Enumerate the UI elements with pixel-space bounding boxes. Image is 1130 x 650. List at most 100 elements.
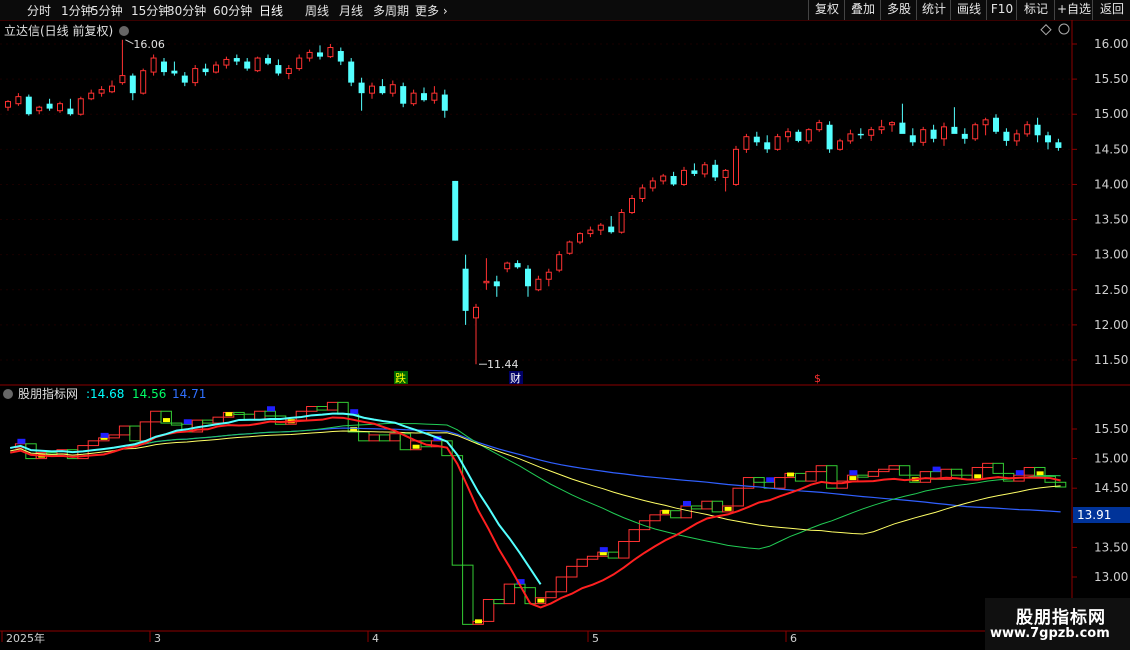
- candle-body: [67, 108, 74, 115]
- candle-body: [909, 135, 916, 143]
- toolbar-item-1[interactable]: 1分钟: [61, 2, 93, 19]
- candle-body: [785, 131, 791, 138]
- candle-body: [889, 122, 895, 126]
- ma-green-line: [10, 422, 1061, 550]
- indicator-blue-block: [183, 419, 192, 425]
- candle-body: [712, 164, 719, 178]
- x-label-1: 3: [154, 632, 161, 645]
- indicator-box: [607, 551, 620, 559]
- candle-body: [587, 229, 594, 235]
- candle-body: [857, 133, 864, 136]
- toolbar-item-9[interactable]: 多周期: [373, 2, 409, 19]
- candle-body: [920, 129, 927, 143]
- candle-body: [764, 142, 771, 150]
- indicator-yellow-block: [225, 412, 233, 417]
- indicator-box: [805, 471, 817, 482]
- toolbar-item-4[interactable]: 30分钟: [167, 2, 206, 19]
- main-y-label-6: 13.00: [1094, 248, 1128, 262]
- indicator-box: [462, 564, 474, 625]
- toolbar-right-item-1[interactable]: 叠加: [844, 0, 881, 20]
- indicator-blue-block: [683, 500, 691, 506]
- candle-body: [525, 268, 531, 287]
- candle-body: [1034, 124, 1041, 136]
- candle-body: [618, 212, 625, 233]
- candle-body: [1045, 135, 1051, 143]
- candle-body: [171, 70, 178, 74]
- toolbar-item-7[interactable]: 周线: [305, 2, 329, 19]
- toolbar-item-3[interactable]: 15分钟: [131, 2, 170, 19]
- candle-body: [847, 133, 854, 142]
- candle-body: [369, 85, 375, 94]
- indicator-box: [628, 529, 640, 542]
- candle-body: [639, 187, 646, 199]
- toolbar-right-item-8[interactable]: 返回: [1092, 0, 1130, 20]
- title-dropdown-icon: [119, 26, 129, 36]
- indicator-dropdown-icon: [3, 389, 13, 399]
- ind-y-label-0: 15.50: [1094, 422, 1128, 436]
- ma-cyan-line: [10, 412, 542, 585]
- indicator-box: [680, 505, 692, 519]
- marker-1: 财: [510, 371, 521, 385]
- indicator-box: [992, 462, 1004, 474]
- candle-body: [119, 75, 126, 84]
- watermark-url: www.7gpzb.com: [990, 626, 1110, 641]
- toolbar-right-item-0[interactable]: 复权: [808, 0, 845, 20]
- indicator-box: [982, 462, 994, 468]
- candle-body: [577, 233, 583, 243]
- toolbar-item-8[interactable]: 月线: [339, 2, 363, 19]
- toolbar-right-item-7[interactable]: +自选: [1054, 0, 1093, 20]
- indicator-box: [306, 406, 318, 412]
- candle-body: [493, 281, 500, 287]
- candle-body: [1013, 133, 1020, 142]
- candle-body: [816, 122, 823, 131]
- candle-body: [805, 129, 812, 142]
- toolbar-right-item-3[interactable]: 统计: [916, 0, 951, 20]
- toolbar-item-2[interactable]: 5分钟: [91, 2, 123, 19]
- toolbar-right-item-5[interactable]: F10: [986, 0, 1017, 20]
- indicator-box: [576, 558, 588, 567]
- candle-body: [337, 51, 344, 62]
- indicator-box: [129, 425, 141, 442]
- toolbar-right-item-2[interactable]: 多股: [880, 0, 917, 20]
- candle-body: [317, 52, 323, 57]
- indicator-box: [919, 471, 932, 483]
- ind-y-label-3: 13.50: [1094, 540, 1128, 554]
- indicator-box: [898, 465, 911, 476]
- indicator-blue-block: [766, 477, 775, 483]
- x-label-4: 6: [790, 632, 797, 645]
- indicator-box: [586, 555, 599, 560]
- indicator-box: [316, 406, 328, 411]
- indicator-box: [867, 471, 880, 477]
- candle-body: [972, 124, 979, 140]
- marker-2: $: [814, 372, 821, 385]
- candle-body: [483, 280, 490, 284]
- candle-body: [535, 278, 542, 291]
- indicator-box: [212, 416, 224, 424]
- candle-body: [566, 241, 573, 254]
- candle-body: [213, 64, 219, 73]
- candle-body: [265, 58, 271, 64]
- candle-body: [431, 92, 438, 101]
- ind-y-label-2: 14.50: [1094, 481, 1128, 495]
- indicator-box: [774, 477, 786, 489]
- indicator-box: [857, 474, 869, 478]
- x-label-3: 5: [592, 632, 599, 645]
- indicator-box: [826, 465, 838, 489]
- toolbar-right-item-4[interactable]: 画线: [950, 0, 987, 20]
- indicator-value-2: 14.71: [172, 387, 206, 401]
- toolbar-item-0[interactable]: 分时: [27, 2, 51, 19]
- indicator-yellow-block: [724, 506, 732, 511]
- toolbar-item-6[interactable]: 日线: [259, 2, 283, 19]
- candle-body: [421, 93, 427, 101]
- settings-icon: [1058, 23, 1070, 35]
- diamond-icon: [1040, 24, 1052, 36]
- toolbar-item-5[interactable]: 60分钟: [213, 2, 252, 19]
- candle-body: [275, 65, 282, 74]
- candle-body: [202, 68, 209, 73]
- toolbar-right-item-6[interactable]: 标记: [1016, 0, 1055, 20]
- toolbar-item-10[interactable]: 更多 ›: [415, 2, 448, 19]
- candle-body: [285, 68, 292, 74]
- candle-body: [140, 70, 147, 94]
- high-label: 16.06: [133, 38, 165, 51]
- candle-body: [504, 262, 511, 270]
